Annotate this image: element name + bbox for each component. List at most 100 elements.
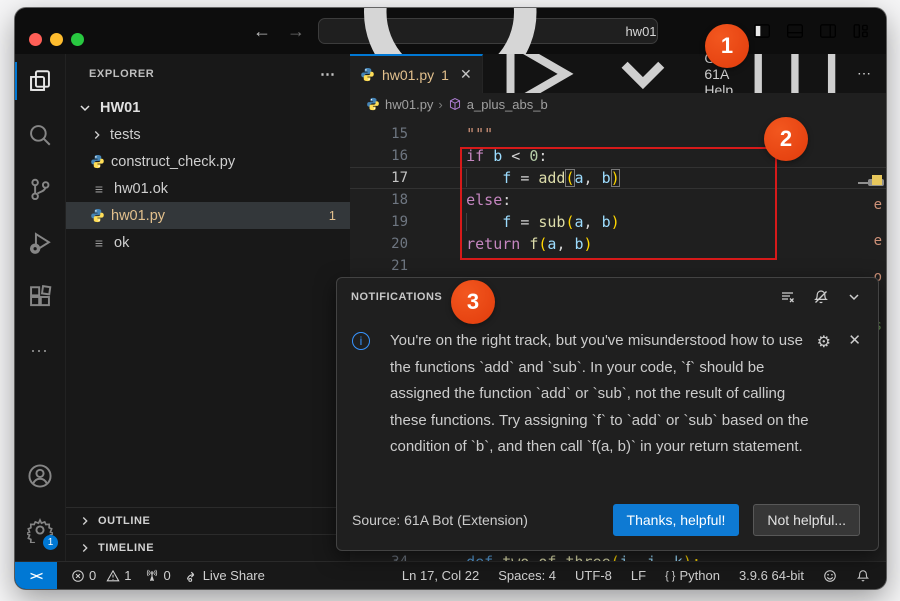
forward-arrow-icon[interactable]: → xyxy=(287,21,305,42)
line-number: 17 xyxy=(350,167,408,189)
tree-item-hw01-py[interactable]: hw01.py 1 xyxy=(66,202,350,229)
ports-status[interactable]: 0 xyxy=(145,568,170,583)
tab-close-icon[interactable]: ✕ xyxy=(460,66,472,83)
python-file-icon xyxy=(366,97,380,111)
live-share-icon xyxy=(185,569,199,583)
annotation-badge-1: 1 xyxy=(705,24,749,68)
tree-item-label: construct_check.py xyxy=(111,154,235,170)
explorer-sidebar: EXPLORER ⋯ HW01 testsconstruct_check.py≡… xyxy=(65,54,350,561)
braces-icon: { } xyxy=(665,570,675,582)
back-arrow-icon[interactable]: ← xyxy=(253,21,271,42)
tree-item-construct-check-py[interactable]: construct_check.py xyxy=(66,148,350,175)
code-line-34[interactable]: 34 def two_of_three(i, j, k): xyxy=(350,551,886,561)
line-number: 15 xyxy=(350,123,408,145)
line-number: 18 xyxy=(350,189,408,211)
customize-layout-icon[interactable] xyxy=(852,22,870,40)
remote-indicator[interactable]: >< xyxy=(15,562,57,590)
toggle-panel-icon[interactable] xyxy=(786,22,804,40)
code-line-19[interactable]: 19 f = sub(a, b) xyxy=(350,211,886,233)
close-window-button[interactable] xyxy=(29,33,42,46)
tab-label: hw01.py xyxy=(382,67,434,83)
chevron-right-icon xyxy=(78,541,92,555)
activity-more-icon[interactable]: ⋯ xyxy=(15,324,65,378)
notifications-panel: NOTIFICATIONS i You're on the right trac… xyxy=(336,277,879,551)
notification-message: You're on the right track, but you've mi… xyxy=(390,328,814,461)
list-file-icon: ≡ xyxy=(90,235,108,251)
tab-hw01py[interactable]: hw01.py 1 ✕ xyxy=(350,54,483,93)
code-line-17[interactable]: 17 f = add(a, b) xyxy=(350,167,886,189)
tree-item-tests[interactable]: tests xyxy=(66,121,350,148)
cursor-position-status[interactable]: Ln 17, Col 22 xyxy=(402,568,479,583)
indentation-status[interactable]: Spaces: 4 xyxy=(498,568,556,583)
toggle-secondary-sidebar-icon[interactable] xyxy=(819,22,837,40)
line-number: 34 xyxy=(350,551,408,561)
titlebar: ← → hw01 xyxy=(15,8,886,54)
breadcrumb[interactable]: hw01.py › a_plus_abs_b xyxy=(350,93,886,115)
live-share-status[interactable]: Live Share xyxy=(185,568,265,583)
tree-item-hw01-ok[interactable]: ≡hw01.ok xyxy=(66,175,350,202)
problems-status[interactable]: 0 1 xyxy=(71,568,131,583)
peek-marker xyxy=(872,175,882,185)
line-number: 21 xyxy=(350,255,408,277)
info-icon: i xyxy=(352,332,370,350)
problem-count-badge: 1 xyxy=(329,208,336,223)
encoding-status[interactable]: UTF-8 xyxy=(575,568,612,583)
error-icon xyxy=(71,569,85,583)
tree-item-label: hw01.py xyxy=(111,208,165,224)
screenshot-canvas: ← → hw01 ⋯ xyxy=(0,0,900,601)
eol-status[interactable]: LF xyxy=(631,568,646,583)
python-file-icon xyxy=(360,67,375,82)
symbol-icon xyxy=(448,97,462,111)
hide-notifications-icon[interactable] xyxy=(846,289,862,305)
chevron-down-icon xyxy=(76,100,94,116)
chevron-right-icon xyxy=(78,514,92,528)
language-status[interactable]: { } Python xyxy=(665,568,720,583)
explorer-more-icon[interactable]: ⋯ xyxy=(320,65,336,83)
activity-source-control-icon[interactable] xyxy=(15,162,65,216)
not-helpful-button[interactable]: Not helpful... xyxy=(753,504,860,536)
code-line-21[interactable]: 21 xyxy=(350,255,886,277)
status-bar: >< 0 1 0 Live Share Ln 17, Col 22 Spaces… xyxy=(15,561,886,589)
search-command-center[interactable]: hw01 xyxy=(318,18,658,44)
outline-section[interactable]: OUTLINE xyxy=(66,507,350,534)
notification-close-icon[interactable]: ✕ xyxy=(848,331,861,349)
indent-guide xyxy=(466,213,467,231)
toggle-sidebar-icon[interactable] xyxy=(753,22,771,40)
account-icon[interactable] xyxy=(15,449,65,503)
clear-all-notifications-icon[interactable] xyxy=(780,289,796,305)
do-not-disturb-icon[interactable] xyxy=(813,289,829,305)
activity-extensions-icon[interactable] xyxy=(15,270,65,324)
broadcast-tower-icon xyxy=(145,569,159,583)
notification-source: Source: 61A Bot (Extension) xyxy=(352,512,528,528)
warning-icon xyxy=(106,569,120,583)
tree-item-label: tests xyxy=(110,127,141,143)
tab-bar: hw01.py 1 ✕ Get 61A Help ⋯ xyxy=(350,54,886,93)
code-line-20[interactable]: 20 return f(a, b) xyxy=(350,233,886,255)
tree-item-label: hw01.ok xyxy=(114,181,168,197)
python-version-status[interactable]: 3.9.6 64-bit xyxy=(739,568,804,583)
tree-item-label: ok xyxy=(114,235,129,251)
activity-explorer-icon[interactable] xyxy=(15,54,65,108)
traffic-lights xyxy=(29,33,84,46)
activity-search-icon[interactable] xyxy=(15,108,65,162)
minimize-window-button[interactable] xyxy=(50,33,63,46)
maximize-window-button[interactable] xyxy=(71,33,84,46)
annotation-badge-3: 3 xyxy=(451,280,495,324)
indent-guide xyxy=(466,169,467,187)
settings-gear-icon[interactable]: 1 xyxy=(15,503,65,557)
notification-settings-gear-icon[interactable]: ⚙ xyxy=(817,332,831,352)
tree-item-ok[interactable]: ≡ ok xyxy=(66,229,350,256)
notifications-bell-icon[interactable] xyxy=(856,569,870,583)
vscode-window: ← → hw01 ⋯ xyxy=(15,8,886,589)
thanks-helpful-button[interactable]: Thanks, helpful! xyxy=(613,504,740,536)
activity-run-debug-icon[interactable] xyxy=(15,216,65,270)
tree-root-hw01[interactable]: HW01 xyxy=(66,94,350,121)
notifications-title: NOTIFICATIONS xyxy=(351,291,442,303)
feedback-smiley-icon[interactable] xyxy=(823,569,837,583)
line-number: 16 xyxy=(350,145,408,167)
annotation-badge-2: 2 xyxy=(764,117,808,161)
editor-more-icon[interactable]: ⋯ xyxy=(857,65,872,82)
timeline-section[interactable]: TIMELINE xyxy=(66,534,350,561)
search-value: hw01 xyxy=(625,24,656,39)
code-line-18[interactable]: 18 else: xyxy=(350,189,886,211)
